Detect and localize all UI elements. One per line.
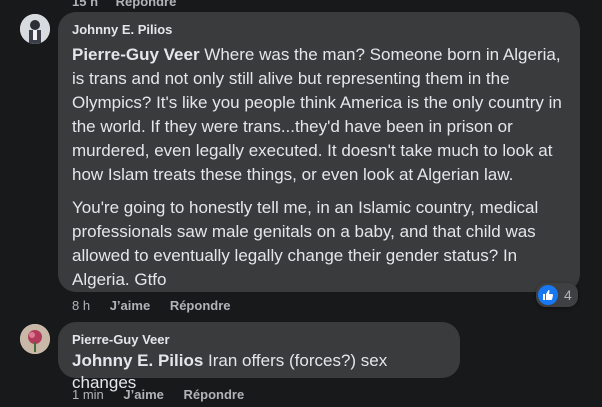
reaction-count: 4 bbox=[564, 287, 572, 303]
comment-paragraph: Where was the man? Someone born in Alger… bbox=[72, 45, 562, 184]
previous-comment-time: 15 h bbox=[72, 0, 99, 9]
reaction-summary[interactable]: 4 bbox=[536, 283, 578, 307]
like-icon bbox=[538, 285, 558, 305]
comment-text: Pierre-Guy Veer Where was the man? Someo… bbox=[72, 43, 568, 292]
reply-link[interactable]: Répondre bbox=[170, 298, 231, 313]
comment-bubble: Johnny E. Pilios Pierre-Guy Veer Where w… bbox=[58, 12, 580, 292]
comment-paragraph: You're going to honestly tell me, in an … bbox=[72, 198, 539, 289]
avatar[interactable] bbox=[20, 324, 50, 354]
comment-bubble: Pierre-Guy Veer Johnny E. Pilios Iran of… bbox=[58, 322, 460, 392]
like-link[interactable]: J’aime bbox=[123, 387, 163, 402]
comment-author[interactable]: Pierre-Guy Veer bbox=[72, 332, 448, 347]
comment-author[interactable]: Johnny E. Pilios bbox=[72, 22, 568, 37]
previous-comment-actions: 15 h Répondre bbox=[72, 0, 190, 9]
reply-link[interactable]: Répondre bbox=[184, 387, 245, 402]
mention-link[interactable]: Pierre-Guy Veer bbox=[72, 45, 200, 64]
previous-reply-link[interactable]: Répondre bbox=[116, 0, 177, 9]
avatar-image-icon bbox=[20, 324, 50, 354]
like-link[interactable]: J’aime bbox=[110, 298, 150, 313]
comment-time[interactable]: 1 min bbox=[72, 387, 104, 402]
comment-actions: 1 min J’aime Répondre bbox=[72, 387, 260, 402]
avatar[interactable] bbox=[20, 14, 50, 44]
comment-time[interactable]: 8 h bbox=[72, 298, 90, 313]
mention-link[interactable]: Johnny E. Pilios bbox=[72, 351, 203, 370]
comment-actions: 8 h J’aime Répondre bbox=[72, 298, 246, 313]
avatar-image-icon bbox=[20, 14, 50, 44]
